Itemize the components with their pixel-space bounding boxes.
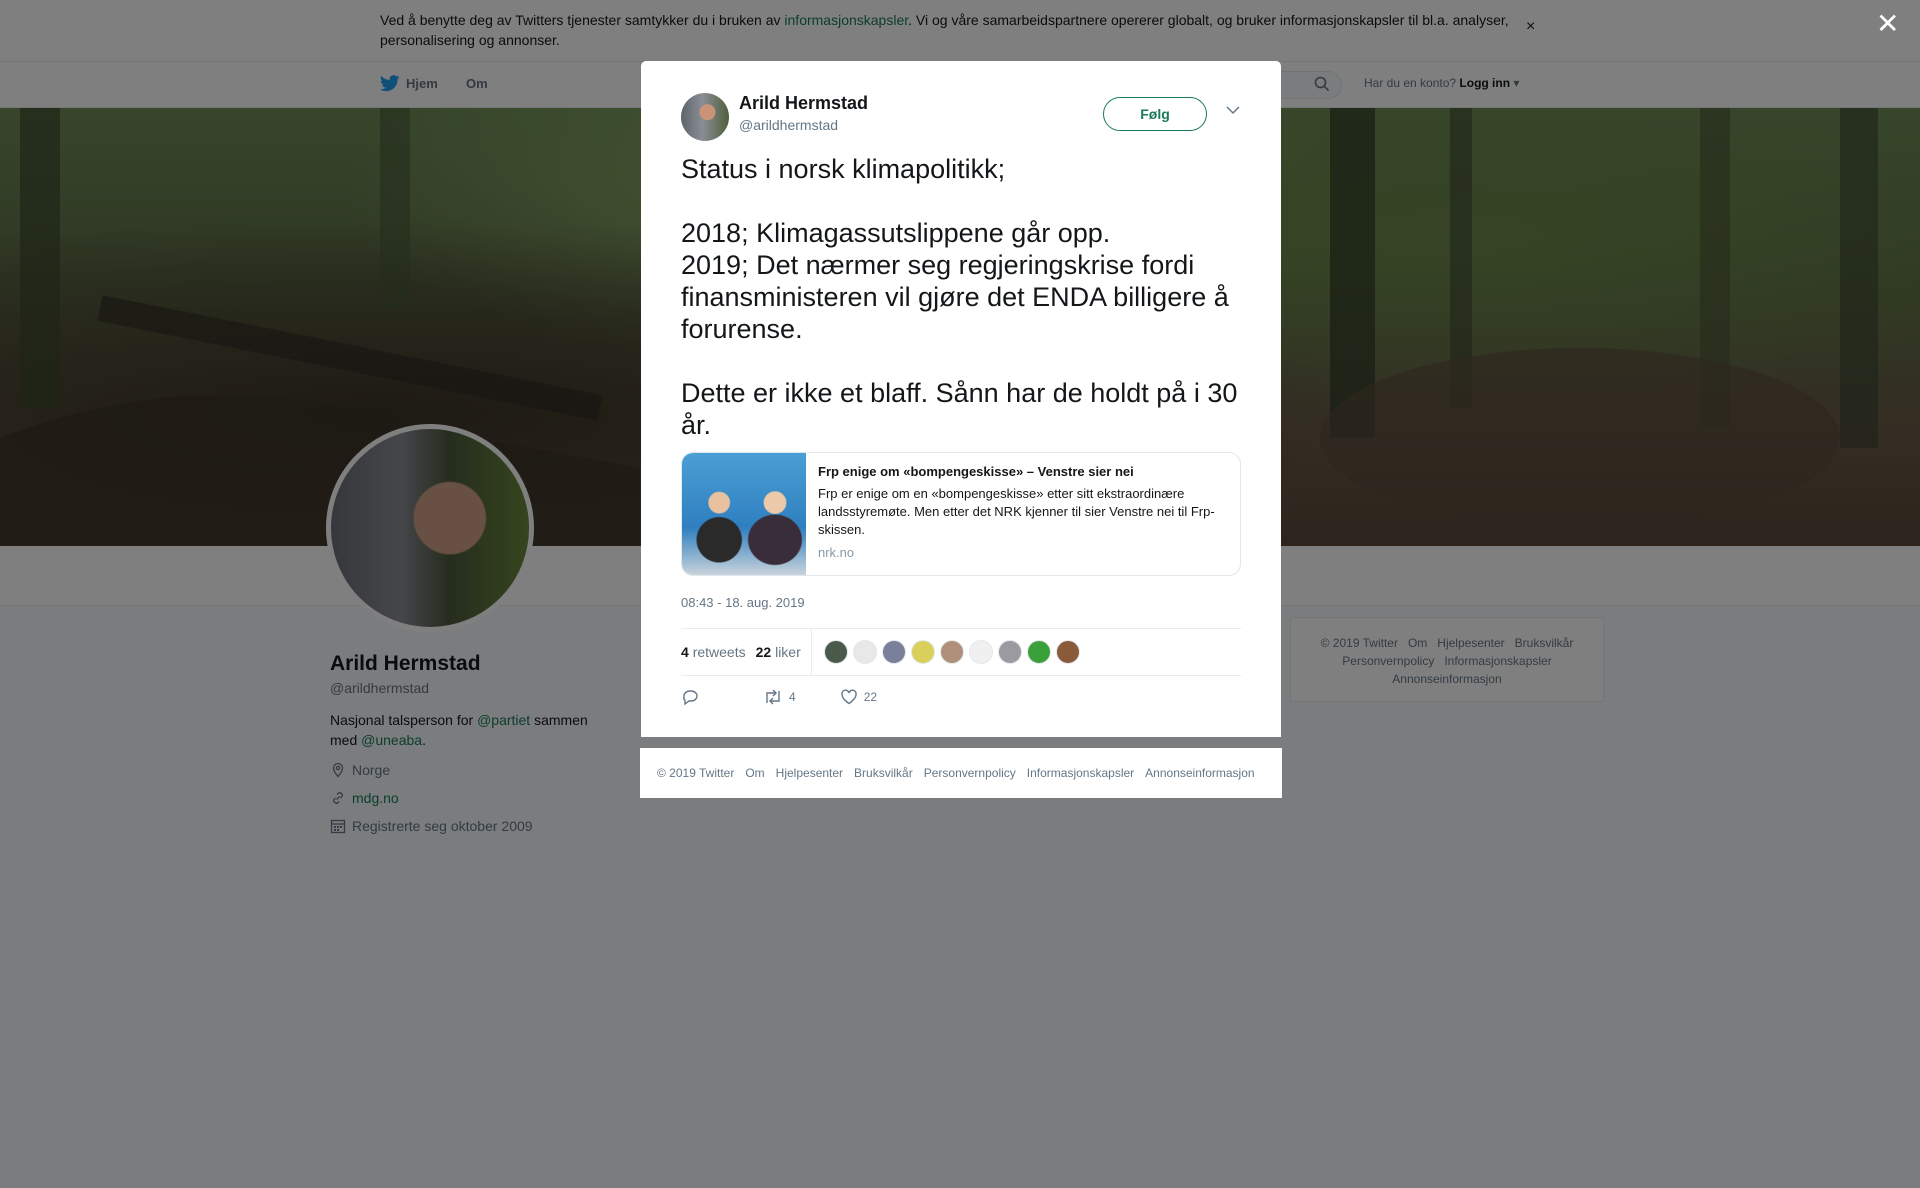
tweet-text: Status i norsk klimapolitikk; 2018; Klim…: [681, 154, 1238, 440]
link-card-domain: nrk.no: [818, 545, 855, 560]
tweet-stats: 4 retweets 22 liker: [681, 628, 1241, 676]
retweets-stat[interactable]: 4 retweets: [681, 644, 746, 660]
liker-avatar[interactable]: [1026, 640, 1051, 664]
liker-avatar[interactable]: [939, 640, 964, 664]
liker-avatar[interactable]: [1055, 640, 1080, 664]
link-card-description: Frp er enige om en «bompengeskisse» ette…: [818, 486, 1215, 537]
retweet-count: 4: [789, 690, 796, 704]
link-card-title: Frp enige om «bompengeskisse» – Venstre …: [818, 464, 1134, 479]
chevron-down-icon[interactable]: [1226, 105, 1240, 115]
footer-privacy[interactable]: Personvernpolicy: [924, 766, 1016, 780]
stats-divider: [810, 628, 812, 676]
modal-footer: © 2019 Twitter Om Hjelpesenter Bruksvilk…: [640, 748, 1282, 798]
retweets-label: retweets: [692, 644, 746, 660]
reply-button[interactable]: [681, 688, 699, 706]
liker-avatar[interactable]: [823, 640, 848, 664]
footer-about[interactable]: Om: [745, 766, 764, 780]
link-card-body: Frp enige om «bompengeskisse» – Venstre …: [806, 453, 1240, 575]
liker-avatar[interactable]: [910, 640, 935, 664]
retweet-button[interactable]: 4: [763, 689, 796, 705]
reply-icon: [683, 690, 698, 706]
likes-count: 22: [755, 644, 772, 660]
likes-label: liker: [775, 644, 801, 660]
liker-avatars: [823, 640, 1080, 664]
footer-terms[interactable]: Bruksvilkår: [854, 766, 913, 780]
liker-avatar[interactable]: [881, 640, 906, 664]
tweet-author-avatar[interactable]: [681, 93, 729, 141]
link-card[interactable]: Frp enige om «bompengeskisse» – Venstre …: [681, 452, 1241, 576]
retweets-count: 4: [681, 644, 689, 660]
footer-ads-info[interactable]: Annonseinformasjon: [1145, 766, 1254, 780]
tweet-actions: 4 22: [681, 688, 877, 706]
close-icon[interactable]: ✕: [1876, 10, 1899, 38]
retweet-icon: [766, 689, 780, 705]
tweet-timestamp[interactable]: 08:43 - 18. aug. 2019: [681, 595, 805, 610]
footer-copyright: © 2019 Twitter: [657, 766, 735, 780]
like-button[interactable]: 22: [840, 689, 877, 705]
tweet-author-handle[interactable]: @arildhermstad: [739, 117, 838, 133]
likes-stat[interactable]: 22 liker: [756, 644, 801, 660]
footer-help[interactable]: Hjelpesenter: [776, 766, 843, 780]
liker-avatar[interactable]: [997, 640, 1022, 664]
tweet-author-name[interactable]: Arild Hermstad: [739, 93, 868, 114]
liker-avatar[interactable]: [968, 640, 993, 664]
tweet-modal: Arild Hermstad @arildhermstad Følg Statu…: [641, 61, 1281, 737]
link-card-image: [682, 453, 806, 575]
footer-cookies[interactable]: Informasjonskapsler: [1027, 766, 1134, 780]
follow-button[interactable]: Følg: [1103, 97, 1207, 131]
heart-icon: [840, 689, 857, 705]
liker-avatar[interactable]: [852, 640, 877, 664]
like-count: 22: [863, 690, 878, 704]
